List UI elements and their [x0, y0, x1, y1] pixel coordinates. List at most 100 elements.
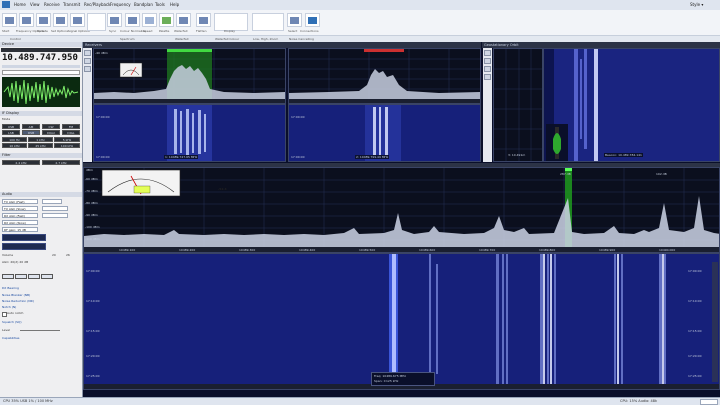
filter-narrow-button[interactable]: 2.4 kHz: [2, 160, 40, 165]
sync-options-panel[interactable]: [87, 13, 106, 31]
mode-am-button[interactable]: AM: [22, 124, 40, 129]
geo-record-icon[interactable]: [484, 74, 491, 80]
device-header: Device: [0, 42, 82, 47]
rx2-spectrum[interactable]: [288, 48, 481, 104]
speed-label: Speed: [143, 29, 153, 33]
flatten-button[interactable]: [196, 13, 211, 27]
geo-spectrum[interactable]: 3: 10.491m: [493, 48, 543, 162]
ribbon-toolbar: Start Frequency Options Update Set Optio…: [0, 10, 720, 42]
menu-receive[interactable]: Receive: [44, 2, 60, 7]
menu-bandplan[interactable]: Bandplan: [134, 2, 153, 7]
step-10khz-button[interactable]: 10 kHz: [2, 143, 27, 148]
menu-rec-playback[interactable]: Rec/Playback: [84, 2, 110, 7]
rx1-spectrum-plot: [94, 49, 285, 103]
mode-usb-button[interactable]: USB: [2, 124, 20, 129]
sync-button[interactable]: [107, 13, 122, 27]
geo-zoom-out-icon[interactable]: [484, 58, 491, 64]
menu-transmit[interactable]: Transmit: [63, 2, 80, 7]
tuning-slider[interactable]: [2, 65, 80, 68]
squelch-link[interactable]: Squelch (SQ): [2, 320, 22, 324]
tx-calibrate-field[interactable]: [42, 206, 68, 211]
mode-lsb-button[interactable]: LSB: [2, 130, 20, 135]
step-25khz-button[interactable]: 25 kHz: [28, 143, 53, 148]
mode-digl-button[interactable]: DIGL: [62, 130, 80, 135]
mode-selector[interactable]: [2, 70, 80, 75]
main-wf-time-right-2: 17:15:00: [688, 329, 702, 333]
level-slider[interactable]: [20, 330, 60, 331]
signal-options-button[interactable]: [70, 13, 85, 27]
vfo-frequency[interactable]: 10.489.747.950: [2, 53, 78, 63]
tx-agc-value[interactable]: [42, 199, 62, 204]
colour-normalise-button[interactable]: [125, 13, 140, 27]
mode-cw-button[interactable]: CW: [42, 124, 60, 129]
main-xtick-7: 10489.800: [539, 248, 556, 252]
menu-help[interactable]: Help: [170, 2, 179, 7]
ribbon-group-strip: Control Spectrum Waterfall Waterfall Col…: [0, 35, 720, 42]
volume-display-2[interactable]: [2, 243, 46, 250]
main-waterfall[interactable]: 17:00:00 17:10:00 17:15:00 17:20:00 17:2…: [83, 253, 720, 390]
waterfall-button[interactable]: [176, 13, 191, 27]
rx1-spectrum[interactable]: -40 dBm: [93, 48, 286, 104]
zoom-control[interactable]: [700, 399, 718, 405]
rx1-wf-time-1: 17:00:00: [96, 115, 110, 119]
rx-agc-fast-select[interactable]: RX AGC (Fast): [2, 213, 38, 218]
dx-bearing-link[interactable]: DX Bearing: [2, 286, 19, 290]
rx-agc-slow-select[interactable]: RX AGC (Slow): [2, 220, 38, 225]
frequency-options-button[interactable]: [19, 13, 34, 27]
preset-button-1[interactable]: [2, 274, 14, 279]
main-ytick-5: -110 dBm: [85, 237, 100, 241]
geo-settings-icon[interactable]: [484, 66, 491, 72]
speed-button[interactable]: [142, 13, 157, 27]
rx-agc-field[interactable]: [42, 213, 68, 218]
step-5khz-button[interactable]: 5 kHz: [54, 137, 80, 142]
auto-notch-label: Auto notch: [7, 311, 24, 315]
main-spectrum[interactable]: dBm -60 dBm -70 dBm -80 dBm -90 dBm -100…: [83, 167, 720, 253]
menu-frequency[interactable]: Frequency: [110, 2, 131, 7]
preset-button-4[interactable]: [41, 274, 53, 279]
volume-value: 20: [52, 253, 56, 257]
set-options-button[interactable]: [53, 13, 68, 27]
noise-blanker-toggle[interactable]: Noise Blanker (NB): [2, 293, 30, 297]
noise-options-panel[interactable]: [252, 13, 284, 31]
capabilities-link[interactable]: Capabilities: [2, 336, 20, 340]
update-button[interactable]: [36, 13, 51, 27]
rx1-db-label: -40 dBm: [95, 51, 108, 55]
preset-button-3[interactable]: [28, 274, 40, 279]
mode-digu-button[interactable]: DIGU: [42, 130, 60, 135]
preset-button-2[interactable]: [15, 274, 27, 279]
select-button[interactable]: [287, 13, 302, 27]
connections-button[interactable]: [305, 13, 320, 27]
palette-button[interactable]: [159, 13, 174, 27]
volume-display-1[interactable]: [2, 234, 46, 241]
zoom-out-icon[interactable]: [84, 58, 91, 64]
tx-agc-slow-select[interactable]: TX AGC (Slow): [2, 206, 38, 211]
noise-reduction-toggle[interactable]: Noise Reduction (NR): [2, 299, 34, 303]
filter-wide-button[interactable]: 2.7 kHz: [42, 160, 80, 165]
step-100khz-button[interactable]: 100 kHz: [54, 143, 80, 148]
style-menu[interactable]: Style ▾: [690, 2, 703, 7]
step-100hz-button[interactable]: 100 Hz: [2, 137, 27, 142]
mode-fm-button[interactable]: FM: [62, 124, 80, 129]
center-icon[interactable]: [84, 66, 91, 72]
display-label: Display: [224, 29, 236, 33]
zoom-in-icon[interactable]: [84, 50, 91, 56]
menu-view[interactable]: View: [30, 2, 40, 7]
rx2-waterfall[interactable]: 17:00:00 17:00:00 2: 10489.799.49 MHz: [288, 104, 481, 162]
waterfall-scrollbar[interactable]: [712, 262, 718, 382]
start-button[interactable]: [2, 13, 17, 27]
main-ytick-0: -60 dBm: [85, 177, 98, 181]
notch-toggle[interactable]: Notch (N): [2, 305, 16, 309]
mode-dsb-button[interactable]: DSB: [22, 130, 40, 135]
audio-scope: [2, 77, 80, 107]
rx1-waterfall[interactable]: 17:00:00 17:00:00 1: 10489.747.95 MHz: [93, 104, 286, 162]
mode-label: Mode: [2, 117, 11, 121]
menu-tools[interactable]: Tools: [155, 2, 165, 7]
main-xtick-2: 10489.300: [239, 248, 256, 252]
rf-gain-field[interactable]: RF gain: 15 dB: [2, 227, 38, 232]
geo-waterfall[interactable]: Beacon: 10.489.784.141: [543, 48, 720, 162]
geo-zoom-in-icon[interactable]: [484, 50, 491, 56]
tx-agc-fast-select[interactable]: TX AGC (Fast): [2, 199, 38, 204]
step-1khz-button[interactable]: 1 kHz: [28, 137, 53, 142]
rx2-frequency: 2: 10489.799.49 MHz: [355, 155, 390, 159]
menu-home[interactable]: Home: [14, 2, 26, 7]
